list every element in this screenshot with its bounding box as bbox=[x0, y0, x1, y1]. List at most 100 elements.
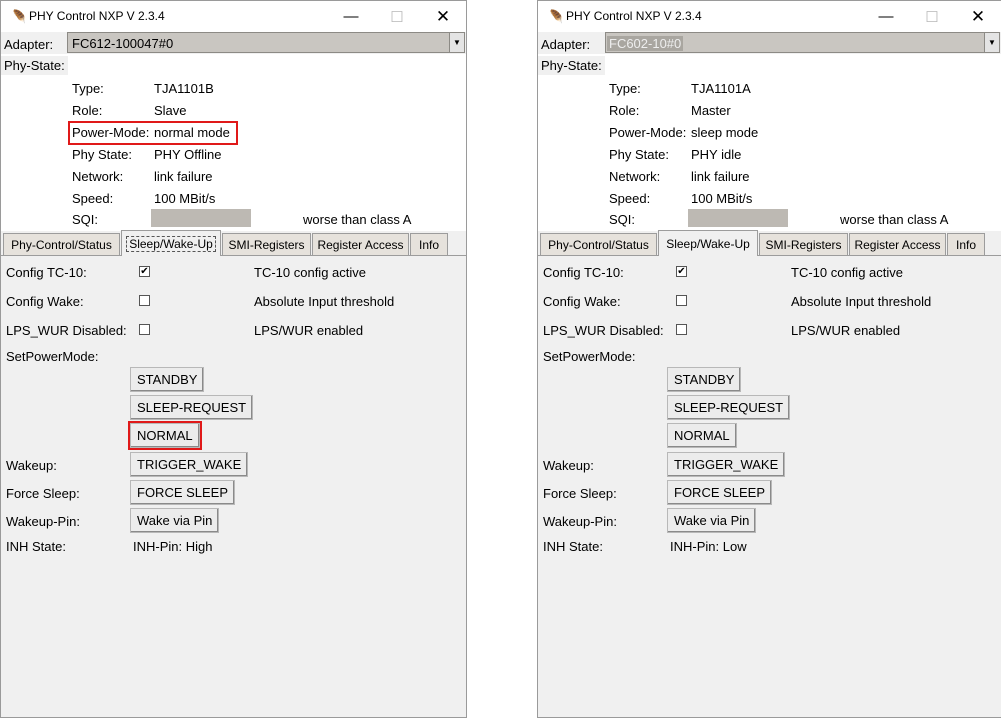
speed-value: 100 MBit/s bbox=[691, 191, 753, 206]
sqi-bar bbox=[688, 209, 788, 227]
config-tc10-label: Config TC-10: bbox=[6, 265, 87, 280]
type-value: TJA1101A bbox=[691, 81, 751, 96]
sqi-bar bbox=[151, 209, 251, 227]
set-power-mode-label: SetPowerMode: bbox=[543, 349, 636, 364]
config-wake-desc: Absolute Input threshold bbox=[254, 294, 395, 309]
lps-wur-desc: LPS/WUR enabled bbox=[254, 323, 364, 338]
adapter-label: Adapter: bbox=[541, 37, 591, 52]
force-sleep-button[interactable]: FORCE SLEEP bbox=[667, 480, 773, 505]
lps-wur-disabled-label: LPS_WUR Disabled: bbox=[6, 323, 127, 338]
force-sleep-label: Force Sleep: bbox=[6, 486, 80, 501]
config-wake-label: Config Wake: bbox=[6, 294, 84, 309]
role-value: Master bbox=[691, 103, 731, 118]
speed-value: 100 MBit/s bbox=[154, 191, 216, 206]
sqi-label: SQI: bbox=[72, 212, 99, 227]
close-icon: ✕ bbox=[970, 6, 986, 26]
phy-state-panel: Type: TJA1101A Role: Master Power-Mode: … bbox=[538, 54, 1001, 231]
standby-button[interactable]: STANDBY bbox=[667, 367, 742, 392]
network-value: link failure bbox=[691, 169, 750, 184]
tab-sleep-wake-up[interactable]: Sleep/Wake-Up bbox=[121, 230, 221, 256]
minimize-button[interactable]: — bbox=[863, 1, 909, 32]
title-bar[interactable]: 🪶 PHY Control NXP V 2.3.4 — ☐ ✕ bbox=[1, 1, 466, 32]
tab-smi-registers[interactable]: SMI-Registers bbox=[759, 233, 848, 255]
config-wake-label: Config Wake: bbox=[543, 294, 621, 309]
lps-wur-disabled-checkbox[interactable] bbox=[139, 324, 150, 335]
network-value: link failure bbox=[154, 169, 213, 184]
sleep-request-button[interactable]: SLEEP-REQUEST bbox=[667, 395, 791, 420]
wakeup-pin-label: Wakeup-Pin: bbox=[6, 514, 80, 529]
power-mode-label: Power-Mode: bbox=[609, 125, 687, 140]
phy-state-label: Phy State: bbox=[72, 147, 132, 162]
phy-state-panel: Type: TJA1101B Role: Slave Power-Mode: n… bbox=[1, 54, 466, 231]
adapter-select[interactable]: FC612-100047#0 ▼ bbox=[67, 32, 465, 53]
speed-label: Speed: bbox=[72, 191, 114, 206]
sleep-wake-up-panel: Config TC-10: ✔ TC-10 config active Conf… bbox=[1, 255, 466, 717]
phy-state-label: Phy State: bbox=[609, 147, 669, 162]
checkmark-icon: ✔ bbox=[677, 266, 686, 277]
normal-button[interactable]: NORMAL bbox=[667, 423, 737, 448]
lps-wur-desc: LPS/WUR enabled bbox=[791, 323, 901, 338]
checkmark-icon: ✔ bbox=[140, 266, 149, 277]
phy-state-heading: Phy-State: bbox=[538, 56, 605, 75]
chevron-down-icon[interactable]: ▼ bbox=[984, 33, 999, 52]
wakeup-label: Wakeup: bbox=[543, 458, 594, 473]
wakeup-label: Wakeup: bbox=[6, 458, 57, 473]
phy-state-value: PHY Offline bbox=[154, 147, 222, 162]
wake-via-pin-button[interactable]: Wake via Pin bbox=[667, 508, 757, 533]
config-wake-checkbox[interactable] bbox=[676, 295, 687, 306]
chevron-down-icon[interactable]: ▼ bbox=[449, 33, 464, 52]
feather-icon: 🪶 bbox=[547, 9, 564, 24]
trigger-wake-button[interactable]: TRIGGER_WAKE bbox=[130, 452, 249, 477]
tab-info[interactable]: Info bbox=[410, 233, 448, 255]
tab-phy-control-status[interactable]: Phy-Control/Status bbox=[540, 233, 657, 255]
config-tc10-label: Config TC-10: bbox=[543, 265, 624, 280]
tab-sleep-wake-up[interactable]: Sleep/Wake-Up bbox=[658, 230, 758, 256]
config-tc10-desc: TC-10 config active bbox=[791, 265, 903, 280]
tab-smi-registers[interactable]: SMI-Registers bbox=[222, 233, 311, 255]
type-label: Type: bbox=[72, 81, 104, 96]
config-tc10-checkbox[interactable]: ✔ bbox=[676, 266, 687, 277]
sqi-label: SQI: bbox=[609, 212, 636, 227]
set-power-mode-label: SetPowerMode: bbox=[6, 349, 99, 364]
role-label: Role: bbox=[72, 103, 103, 118]
phy-state-value: PHY idle bbox=[691, 147, 742, 162]
app-window-right: 🪶 PHY Control NXP V 2.3.4 — ☐ ✕ Adapter:… bbox=[537, 0, 1001, 718]
maximize-button[interactable]: ☐ bbox=[909, 1, 955, 32]
type-label: Type: bbox=[609, 81, 641, 96]
feather-icon: 🪶 bbox=[10, 9, 27, 24]
power-mode-highlight bbox=[68, 121, 238, 145]
normal-button[interactable]: NORMAL bbox=[128, 421, 202, 450]
phy-state-heading: Phy-State: bbox=[1, 56, 68, 75]
maximize-icon: ☐ bbox=[390, 8, 404, 26]
config-tc10-desc: TC-10 config active bbox=[254, 265, 366, 280]
config-tc10-checkbox[interactable]: ✔ bbox=[139, 266, 150, 277]
tab-register-access[interactable]: Register Access bbox=[849, 233, 946, 255]
maximize-icon: ☐ bbox=[925, 8, 939, 26]
inh-state-label: INH State: bbox=[6, 539, 66, 554]
close-button[interactable]: ✕ bbox=[420, 1, 466, 32]
config-wake-desc: Absolute Input threshold bbox=[791, 294, 932, 309]
trigger-wake-button[interactable]: TRIGGER_WAKE bbox=[667, 452, 786, 477]
speed-label: Speed: bbox=[609, 191, 651, 206]
sleep-request-button[interactable]: SLEEP-REQUEST bbox=[130, 395, 254, 420]
close-button[interactable]: ✕ bbox=[955, 1, 1001, 32]
standby-button[interactable]: STANDBY bbox=[130, 367, 205, 392]
minimize-icon: — bbox=[878, 8, 894, 25]
config-wake-checkbox[interactable] bbox=[139, 295, 150, 306]
lps-wur-disabled-checkbox[interactable] bbox=[676, 324, 687, 335]
window-title: PHY Control NXP V 2.3.4 bbox=[29, 9, 165, 23]
adapter-value: FC612-100047#0 bbox=[72, 36, 174, 51]
wake-via-pin-button[interactable]: Wake via Pin bbox=[130, 508, 220, 533]
lps-wur-disabled-label: LPS_WUR Disabled: bbox=[543, 323, 664, 338]
tab-register-access[interactable]: Register Access bbox=[312, 233, 409, 255]
adapter-value: FC602-10#0 bbox=[607, 36, 684, 51]
minimize-button[interactable]: — bbox=[328, 1, 374, 32]
tab-info[interactable]: Info bbox=[947, 233, 985, 255]
close-icon: ✕ bbox=[435, 6, 451, 26]
window-title: PHY Control NXP V 2.3.4 bbox=[566, 9, 702, 23]
tab-phy-control-status[interactable]: Phy-Control/Status bbox=[3, 233, 120, 255]
maximize-button[interactable]: ☐ bbox=[374, 1, 420, 32]
adapter-select[interactable]: FC602-10#0 ▼ bbox=[605, 32, 1000, 53]
title-bar[interactable]: 🪶 PHY Control NXP V 2.3.4 — ☐ ✕ bbox=[538, 1, 1001, 32]
force-sleep-button[interactable]: FORCE SLEEP bbox=[130, 480, 236, 505]
